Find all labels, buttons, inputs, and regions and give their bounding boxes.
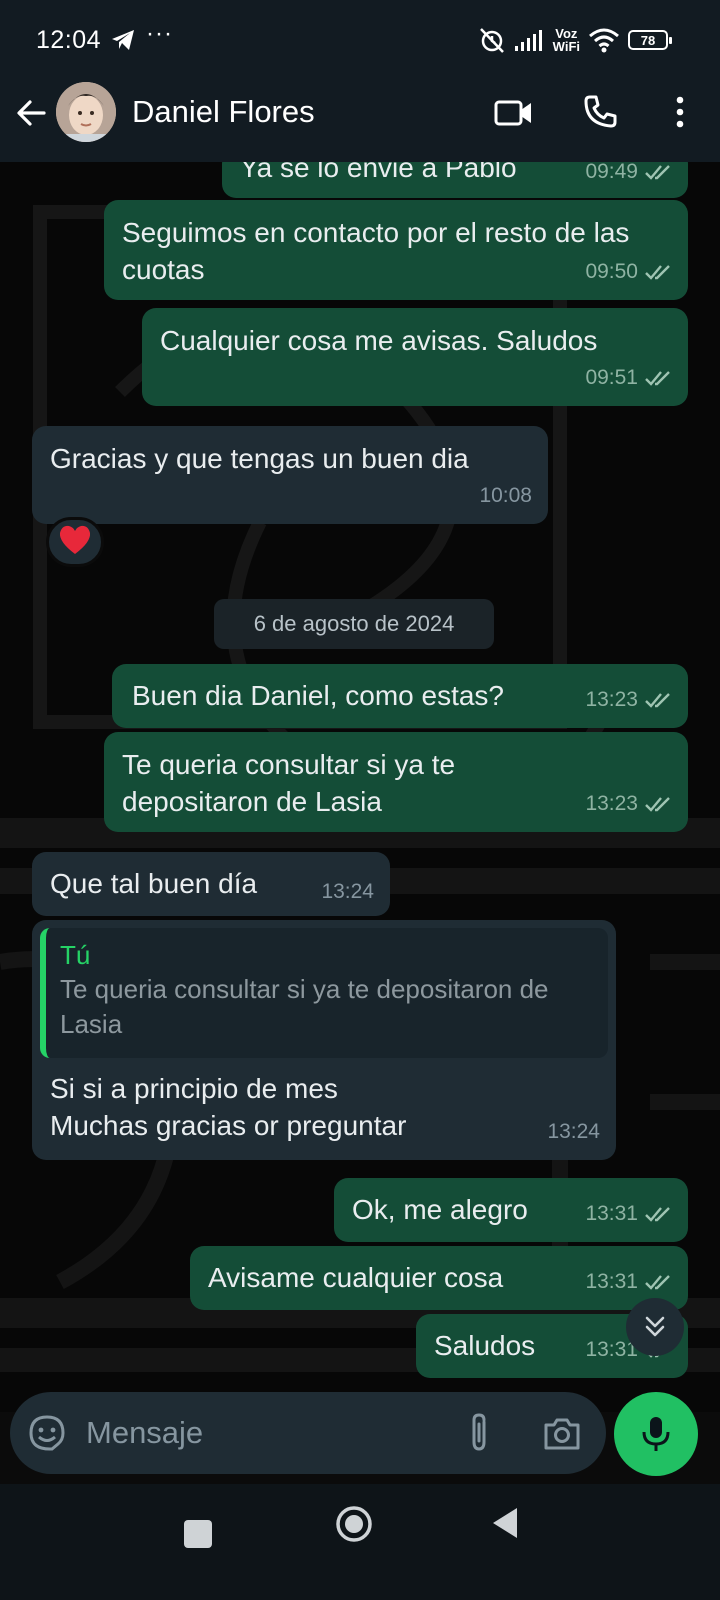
double-check-icon: [645, 692, 670, 708]
message-outgoing[interactable]: Ok, me alegro 13:31: [334, 1178, 688, 1242]
signal-icon: [514, 30, 542, 51]
sticker-emoji-icon[interactable]: [28, 1414, 66, 1452]
message-time: 13:24: [547, 1120, 600, 1143]
message-meta: 13:24: [547, 1113, 600, 1150]
phone-icon[interactable]: [582, 94, 618, 130]
double-chevron-down-icon: [645, 1316, 665, 1337]
vowifi-label-2: WiFi: [552, 39, 580, 54]
message-time: 10:08: [479, 484, 532, 507]
avatar[interactable]: [56, 82, 116, 142]
back-triangle-icon[interactable]: [490, 1506, 520, 1540]
message-input[interactable]: [86, 1412, 446, 1454]
message-composer: [10, 1392, 606, 1474]
message-text-line-1: Si si a principio de mes: [50, 1073, 338, 1104]
message-outgoing[interactable]: Ya se lo envie a Pablo 09:49: [222, 162, 688, 198]
battery-indicator: 78: [628, 30, 672, 50]
message-meta: 13:24: [321, 873, 374, 910]
chat-header: Daniel Flores: [0, 80, 720, 162]
contact-name[interactable]: Daniel Flores: [132, 94, 315, 130]
status-time: 12:04: [36, 26, 102, 54]
reply-body: Si si a principio de mes Muchas gracias …: [50, 1070, 530, 1144]
message-meta: 09:51: [585, 359, 672, 396]
voice-record-button[interactable]: [614, 1392, 698, 1476]
message-meta: 13:31: [585, 1195, 672, 1232]
battery-level: 78: [640, 32, 656, 48]
date-separator: 6 de agosto de 2024: [214, 599, 494, 649]
double-check-icon: [645, 796, 670, 812]
quote-author: Tú: [60, 940, 91, 970]
reaction-badge[interactable]: [46, 517, 104, 567]
home-icon[interactable]: [334, 1504, 374, 1544]
heart-reaction-icon: [57, 524, 93, 561]
message-outgoing[interactable]: Seguimos en contacto por el resto de las…: [104, 200, 688, 300]
message-meta: 13:23: [585, 681, 672, 718]
menu-icon[interactable]: [664, 94, 696, 130]
message-text: Cualquier cosa me avisas. Saludos: [160, 325, 598, 356]
date-separator-text: 6 de agosto de 2024: [253, 611, 455, 636]
double-check-icon: [645, 264, 670, 280]
message-text: Gracias y que tengas un buen dia: [50, 443, 469, 474]
telegram-icon: [112, 30, 134, 50]
message-incoming[interactable]: Gracias y que tengas un buen dia 10:08: [32, 426, 548, 524]
double-check-icon: [645, 1206, 670, 1222]
message-time: 13:23: [585, 688, 638, 711]
double-check-icon: [645, 1274, 670, 1290]
back-arrow-icon[interactable]: [14, 96, 48, 130]
alarm-off-icon: [479, 28, 504, 53]
message-outgoing[interactable]: Avisame cualquier cosa 13:31: [190, 1246, 688, 1310]
message-time: 09:51: [585, 366, 638, 389]
quoted-message[interactable]: Tú Te queria consultar si ya te deposita…: [40, 928, 608, 1058]
quote-text: Te queria consultar si ya te depositaron…: [60, 974, 549, 1039]
avatar-image: [56, 82, 116, 142]
message-time: 13:31: [585, 1202, 638, 1225]
message-meta: 09:49: [585, 162, 672, 190]
vowifi-indicator: Voz WiFi: [553, 27, 580, 53]
camera-icon[interactable]: [542, 1414, 582, 1452]
chat-messages[interactable]: Ya se lo envie a Pablo 09:49 Seguimos en…: [0, 162, 720, 1412]
microphone-icon: [642, 1417, 670, 1451]
message-time: 09:50: [585, 260, 638, 283]
message-time: 09:49: [585, 162, 638, 183]
video-call-icon[interactable]: [494, 96, 534, 130]
message-meta: 09:50: [585, 253, 672, 290]
message-text: Te queria consultar si ya te depositaron…: [122, 749, 456, 817]
double-check-icon: [645, 164, 670, 180]
message-time: 13:31: [585, 1270, 638, 1293]
message-outgoing[interactable]: Cualquier cosa me avisas. Saludos 09:51: [142, 308, 688, 406]
message-meta: 13:23: [585, 785, 672, 822]
message-meta: 13:31: [585, 1263, 672, 1300]
wifi-icon: [589, 28, 619, 53]
more-notifications-icon: ···: [146, 20, 173, 47]
message-text-line-2: Muchas gracias or preguntar: [50, 1110, 407, 1141]
status-bar: 12:04 ··· Voz WiFi 78: [0, 0, 720, 80]
message-meta: 10:08: [479, 477, 532, 514]
message-outgoing[interactable]: Buen dia Daniel, como estas? 13:23: [112, 664, 688, 728]
message-time: 13:23: [585, 792, 638, 815]
scroll-to-bottom-button[interactable]: [626, 1298, 684, 1356]
message-incoming[interactable]: Que tal buen día 13:24: [32, 852, 390, 916]
system-nav-bar: [0, 1484, 720, 1600]
message-time: 13:24: [321, 880, 374, 903]
message-incoming-reply[interactable]: Tú Te queria consultar si ya te deposita…: [32, 920, 616, 1160]
message-outgoing[interactable]: Te queria consultar si ya te depositaron…: [104, 732, 688, 832]
paperclip-icon[interactable]: [464, 1412, 494, 1454]
recents-icon[interactable]: [184, 1520, 212, 1548]
double-check-icon: [645, 370, 670, 386]
